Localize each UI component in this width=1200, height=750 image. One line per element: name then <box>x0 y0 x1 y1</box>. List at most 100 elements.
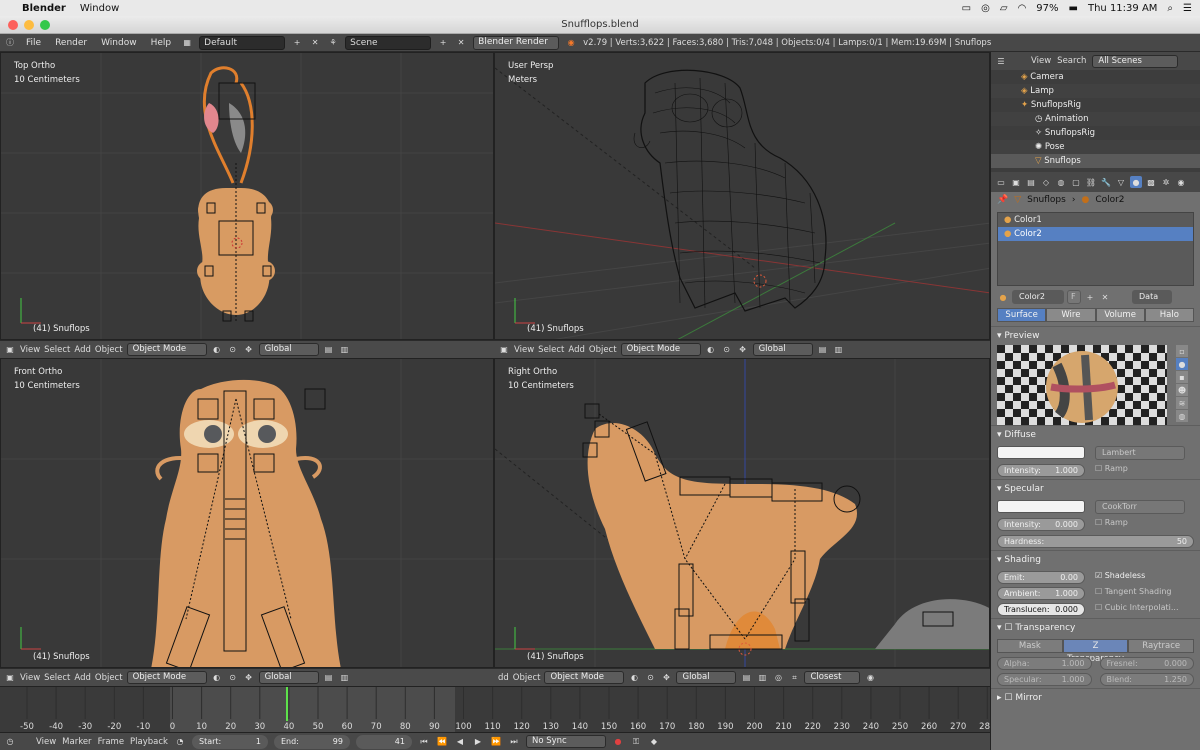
preview-hair-icon[interactable]: ≋ <box>1176 397 1188 409</box>
view-menu[interactable]: View <box>1031 56 1051 66</box>
editor-type-icon[interactable]: ⓘ <box>4 37 16 49</box>
editor-type-icon[interactable]: ▣ <box>498 344 510 356</box>
select-menu[interactable]: Select <box>538 345 564 355</box>
preview-range-icon[interactable]: ◔ <box>174 736 186 748</box>
tab-halo[interactable]: Halo <box>1144 308 1194 322</box>
material-tab-icon[interactable]: ● <box>1130 176 1142 188</box>
translucency-field[interactable]: Translucen: 0.000 <box>997 603 1085 616</box>
pivot-icon[interactable]: ⊙ <box>227 672 239 684</box>
shading-icon[interactable]: ◐ <box>211 672 223 684</box>
lock-icon[interactable]: ▥ <box>339 344 351 356</box>
tab-volume[interactable]: Volume <box>1095 308 1145 322</box>
editor-type-icon[interactable]: ◷ <box>4 736 16 748</box>
material-name-field[interactable]: Color2 <box>1012 290 1064 304</box>
zoom-window-button[interactable] <box>40 20 50 30</box>
blend-field[interactable]: Blend: 1.250 <box>1099 673 1194 686</box>
lock-icon[interactable]: ▥ <box>833 344 845 356</box>
pivot-icon[interactable]: ⊙ <box>644 672 656 684</box>
record-icon[interactable]: ● <box>612 736 624 748</box>
close-window-button[interactable] <box>8 20 18 30</box>
preview-panel-header[interactable]: ▾ Preview <box>991 326 1200 345</box>
snap-icon[interactable]: ⌗ <box>788 672 800 684</box>
object-menu[interactable]: Object <box>95 673 123 683</box>
specular-intensity-field[interactable]: Intensity: 0.000 <box>997 518 1085 531</box>
mirror-panel-header[interactable]: ▸ ☐ Mirror <box>991 688 1200 707</box>
screen-layout-icon[interactable]: ▦ <box>181 37 193 49</box>
play-reverse-icon[interactable]: ◀ <box>454 736 466 748</box>
scene-field[interactable]: Scene <box>345 35 432 50</box>
layout-field[interactable]: Default <box>199 35 286 50</box>
tab-surface[interactable]: Surface <box>997 308 1047 322</box>
clock[interactable]: Thu 11:39 AM <box>1088 3 1157 14</box>
mode-dropdown[interactable]: Object Mode <box>620 343 701 356</box>
app-menu[interactable]: Blender <box>22 3 66 14</box>
shading-icon[interactable]: ◐ <box>705 344 717 356</box>
manipulator-icon[interactable]: ✥ <box>243 672 255 684</box>
viewport-top-ortho[interactable]: Top Ortho 10 Centimeters (41) Snuflops <box>0 52 494 340</box>
pivot-icon[interactable]: ⊙ <box>721 344 733 356</box>
layers-icon[interactable]: ▤ <box>323 344 335 356</box>
pivot-icon[interactable]: ⊙ <box>227 344 239 356</box>
emit-field[interactable]: Emit: 0.00 <box>997 571 1085 584</box>
add-menu-truncated[interactable]: dd <box>498 673 509 683</box>
select-menu[interactable]: Select <box>44 345 70 355</box>
layers-icon[interactable]: ▤ <box>740 672 752 684</box>
unlink-material-icon[interactable]: ✕ <box>1099 291 1111 303</box>
view-menu[interactable]: View <box>514 345 534 355</box>
object-menu[interactable]: Object <box>589 345 617 355</box>
editor-type-icon[interactable]: ▣ <box>4 344 16 356</box>
transparency-panel-header[interactable]: ▾ ☐ Transparency <box>991 618 1200 637</box>
sync-icon[interactable]: ◎ <box>981 3 990 14</box>
orientation-dropdown[interactable]: Global <box>258 343 319 356</box>
fake-user-button[interactable]: F <box>1067 290 1081 304</box>
render-menu[interactable]: Render <box>51 38 91 48</box>
diffuse-intensity-field[interactable]: Intensity: 1.000 <box>997 464 1085 477</box>
proportional-edit-icon[interactable]: ◎ <box>772 672 784 684</box>
object-menu[interactable]: Object <box>513 673 541 683</box>
menu-list-icon[interactable]: ☰ <box>1183 3 1192 14</box>
view-menu[interactable]: View <box>36 737 56 747</box>
wifi-icon[interactable]: ◠ <box>1018 3 1027 14</box>
add-material-icon[interactable]: + <box>1084 291 1096 303</box>
lock-icon[interactable]: ▥ <box>756 672 768 684</box>
particles-tab-icon[interactable]: ✲ <box>1160 176 1172 188</box>
remove-layout-icon[interactable]: ✕ <box>309 37 321 49</box>
snap-target-dropdown[interactable]: Closest <box>804 671 861 684</box>
shading-icon[interactable]: ◐ <box>211 344 223 356</box>
battery-icon[interactable]: ▬ <box>1069 3 1078 14</box>
jump-end-icon[interactable]: ⏭ <box>508 736 520 748</box>
link-dropdown[interactable]: Data <box>1132 290 1172 304</box>
insert-keyframe-icon[interactable]: ◆ <box>648 736 660 748</box>
orientation-dropdown[interactable]: Global <box>676 671 737 684</box>
spec-alpha-field[interactable]: Specular: 1.000 <box>997 673 1092 686</box>
tangent-shading-checkbox[interactable]: ☐ Tangent Shading <box>1095 587 1194 600</box>
jump-start-icon[interactable]: ⏮ <box>418 736 430 748</box>
current-frame-field[interactable]: 41 <box>355 734 412 749</box>
specular-shader-dropdown[interactable]: CookTorr <box>1095 500 1185 514</box>
orientation-dropdown[interactable]: Global <box>752 343 813 356</box>
layers-tab-icon[interactable]: ▤ <box>1025 176 1037 188</box>
material-browse-icon[interactable]: ● <box>997 291 1009 303</box>
object-tab-icon[interactable]: ▢ <box>1070 176 1082 188</box>
editor-type-icon[interactable]: ▭ <box>995 176 1007 188</box>
fresnel-field[interactable]: Fresnel: 0.000 <box>1099 657 1194 670</box>
physics-tab-icon[interactable]: ◉ <box>1175 176 1187 188</box>
playback-menu[interactable]: Playback <box>130 737 168 747</box>
diffuse-shader-dropdown[interactable]: Lambert <box>1095 446 1185 460</box>
frame-menu[interactable]: Frame <box>98 737 124 747</box>
render-tab-icon[interactable]: ▣ <box>1010 176 1022 188</box>
viewport-user-persp[interactable]: User Persp Meters (41) Snuflops <box>494 52 990 340</box>
preview-cube-icon[interactable]: ▪ <box>1176 371 1188 383</box>
object-menu[interactable]: Object <box>95 345 123 355</box>
render-icon[interactable]: ◉ <box>864 672 876 684</box>
keying-set-icon[interactable]: ⚿ <box>630 736 642 748</box>
preview-sky-icon[interactable]: ◍ <box>1176 410 1188 422</box>
preview-sphere-icon[interactable]: ● <box>1176 358 1188 370</box>
mode-dropdown[interactable]: Object Mode <box>126 671 207 684</box>
viewport-right-ortho[interactable]: Right Ortho 10 Centimeters (41) Snuflops <box>494 358 990 668</box>
manipulator-icon[interactable]: ✥ <box>737 344 749 356</box>
battery-percent[interactable]: 97% <box>1036 3 1058 14</box>
pin-icon[interactable]: 📌 <box>997 195 1008 205</box>
hardness-field[interactable]: Hardness: 50 <box>997 535 1194 548</box>
play-icon[interactable]: ▶ <box>472 736 484 748</box>
